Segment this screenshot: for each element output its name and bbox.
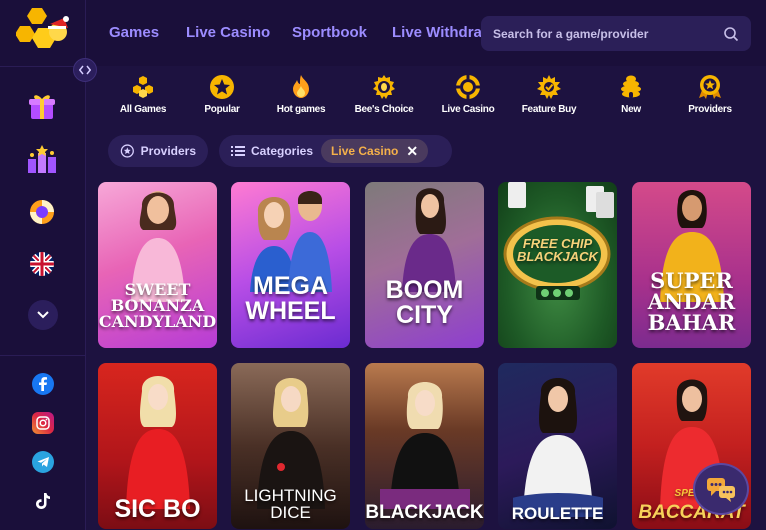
game-title: BLACKJACK xyxy=(365,502,484,523)
category-label: Hot games xyxy=(276,104,326,115)
chevron-down-icon xyxy=(37,311,49,319)
game-tile[interactable]: SIC BO xyxy=(98,363,217,529)
category-label: Providers xyxy=(688,104,732,115)
game-title: MEGA WHEEL xyxy=(245,272,336,325)
sidebar-collapse-button[interactable] xyxy=(73,58,97,82)
providers-filter-label: Providers xyxy=(140,144,196,158)
category-hot-games[interactable]: Hot games xyxy=(261,74,341,115)
category-label: Live Casino xyxy=(441,104,495,115)
category-live-casino[interactable]: Live Casino xyxy=(428,74,508,115)
category-label: All Games xyxy=(119,104,167,115)
categories-filter-label: Categories xyxy=(251,144,314,158)
tiktok-icon[interactable] xyxy=(32,490,54,512)
game-tile[interactable]: BOOM CITY xyxy=(365,182,484,348)
game-tile[interactable]: SWEET BONANZA CANDYLAND xyxy=(98,182,217,348)
game-title: LIGHTNING DICE xyxy=(244,486,337,522)
game-tile[interactable]: ROULETTE xyxy=(498,363,617,529)
support-lifebuoy-icon[interactable] xyxy=(24,194,60,230)
all-games-icon xyxy=(133,76,153,98)
dealer-image xyxy=(125,376,190,509)
leaderboard-icon[interactable] xyxy=(24,142,60,178)
list-icon xyxy=(231,146,245,156)
game-title: ROULETTE xyxy=(511,504,604,523)
sidebar xyxy=(0,0,86,530)
game-tile[interactable]: SUPER ANDAR BAHAR xyxy=(632,182,751,348)
game-tile[interactable]: LIGHTNING DICE xyxy=(231,363,350,529)
game-title: BOOM CITY xyxy=(385,276,464,329)
game-title: SIC BO xyxy=(114,495,201,523)
game-tile[interactable]: MEGA WHEEL xyxy=(231,182,350,348)
top-nav: Games Live Casino Sportbook Live Withdra… xyxy=(86,0,766,66)
category-bar: All Games Popular Hot games Bee's Choice xyxy=(86,66,766,122)
game-grid: SWEET BONANZA CANDYLAND MEGA WHEEL BOOM … xyxy=(98,182,758,530)
logo-icon[interactable] xyxy=(15,6,70,56)
flame-icon xyxy=(293,75,309,98)
search-placeholder: Search for a game/provider xyxy=(493,26,649,41)
instagram-icon[interactable] xyxy=(32,412,54,434)
facebook-icon[interactable] xyxy=(32,373,54,395)
category-popular[interactable]: Popular xyxy=(182,74,262,115)
dealer-image xyxy=(512,378,603,517)
sidebar-divider xyxy=(0,355,86,356)
game-title: SUPER ANDAR BAHAR xyxy=(647,268,736,335)
medal-icon xyxy=(699,75,721,99)
category-all-games[interactable]: All Games xyxy=(103,74,183,115)
star-icon xyxy=(210,75,234,99)
dealer-image xyxy=(379,382,470,509)
category-new[interactable]: New xyxy=(591,74,671,115)
beehive-icon xyxy=(621,75,641,98)
game-tile[interactable]: FREE CHIP BLACKJACK xyxy=(498,182,617,348)
category-label: Popular xyxy=(204,104,240,115)
category-label: Bee's Choice xyxy=(354,104,414,115)
category-feature-buy[interactable]: Feature Buy xyxy=(509,74,589,115)
game-tile[interactable]: BLACKJACK xyxy=(365,363,484,529)
nav-link-live-withdrawals[interactable]: Live Withdra xyxy=(392,24,482,41)
nav-link-sportbook[interactable]: Sportbook xyxy=(292,24,367,41)
feature-buy-icon xyxy=(537,75,561,99)
expand-chevron-button[interactable] xyxy=(28,300,58,330)
blackjack-table-image xyxy=(503,182,614,300)
category-label: New xyxy=(621,104,641,115)
nav-link-games[interactable]: Games xyxy=(109,24,159,41)
gift-icon[interactable] xyxy=(24,88,60,124)
live-chat-button[interactable] xyxy=(693,463,749,515)
uk-flag-icon[interactable] xyxy=(24,246,60,282)
active-category-chip[interactable]: Live Casino ✕ xyxy=(321,139,429,163)
category-providers[interactable]: Providers xyxy=(670,74,750,115)
chat-bubbles-icon xyxy=(707,478,735,502)
telegram-icon[interactable] xyxy=(32,451,54,473)
close-icon[interactable]: ✕ xyxy=(406,143,418,160)
game-title: SWEET BONANZA CANDYLAND xyxy=(98,280,217,331)
category-label: Feature Buy xyxy=(521,104,577,115)
search-input[interactable]: Search for a game/provider xyxy=(481,16,751,51)
search-icon[interactable] xyxy=(723,26,739,42)
poker-chip-icon xyxy=(456,75,480,99)
providers-filter-button[interactable]: Providers xyxy=(108,135,208,167)
code-arrows-icon xyxy=(79,65,91,75)
category-bees-choice[interactable]: Bee's Choice xyxy=(344,74,424,115)
active-category-label: Live Casino xyxy=(331,144,399,158)
star-circle-icon xyxy=(120,144,134,158)
app-root: Games Live Casino Sportbook Live Withdra… xyxy=(0,0,766,530)
categories-filter[interactable]: Categories Live Casino ✕ xyxy=(219,135,452,167)
bee-icon xyxy=(373,75,395,99)
game-title: FREE CHIP BLACKJACK xyxy=(517,236,598,264)
nav-link-live-casino[interactable]: Live Casino xyxy=(186,24,270,41)
